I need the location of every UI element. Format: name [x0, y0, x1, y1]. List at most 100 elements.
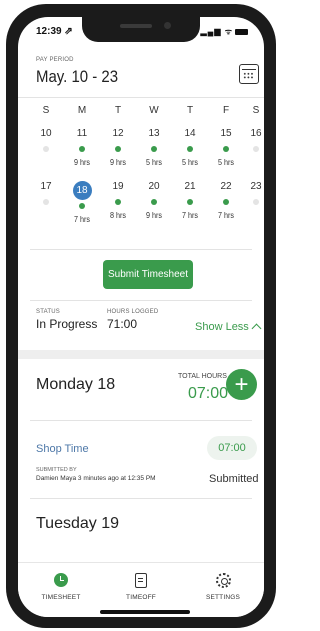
logged-dot	[115, 146, 121, 152]
submit-divider	[30, 300, 252, 301]
weekday-label: W	[149, 105, 159, 116]
signal-wifi-icon: ▂▄▆ ᯤ	[201, 26, 248, 37]
day-hours: 8 hrs	[109, 211, 127, 220]
chevron-up-icon	[251, 323, 262, 334]
bottom-nav: TIMESHEET TIMEOFF SETTINGS	[18, 562, 264, 617]
empty-dot	[43, 199, 49, 205]
weekday-label: F	[222, 105, 230, 116]
submitted-by-label: SUBMITTED BY	[36, 467, 77, 473]
calendar-day[interactable]: 11 9 hrs	[66, 128, 98, 167]
calendar-day[interactable]: 18 7 hrs	[66, 181, 98, 224]
phone-frame: 12:39 ⇗ ▂▄▆ ᯤ PAY PERIOD May. 10 - 23 S …	[6, 4, 276, 628]
battery-icon	[235, 28, 248, 35]
entry-title[interactable]: Shop Time	[36, 443, 89, 455]
submitted-by-value: Damien Maya 3 minutes ago at 12:35 PM	[36, 475, 156, 482]
day-hours: 9 hrs	[145, 211, 163, 220]
calendar-day[interactable]: 23	[240, 181, 264, 211]
calendar-day[interactable]: 10	[30, 128, 62, 158]
day-number: 13	[148, 128, 160, 139]
show-less-label: Show Less	[195, 321, 249, 333]
status-time: 12:39 ⇗	[36, 26, 73, 37]
day-hours: 9 hrs	[73, 158, 91, 167]
next-day-title[interactable]: Tuesday 19	[36, 515, 119, 533]
nav-label: TIMEOFF	[126, 594, 156, 601]
header-divider	[18, 97, 264, 98]
calendar-day[interactable]: 19 8 hrs	[102, 181, 134, 220]
entry-hours-badge: 07:00	[207, 436, 257, 460]
logged-dot	[151, 146, 157, 152]
entry-status: Submitted	[209, 473, 259, 485]
calendar-day[interactable]: 21 7 hrs	[174, 181, 206, 220]
nav-timesheet[interactable]: TIMESHEET	[26, 573, 96, 601]
nav-label: TIMESHEET	[41, 594, 81, 601]
day-hours: 5 hrs	[181, 158, 199, 167]
nav-settings[interactable]: SETTINGS	[188, 573, 258, 601]
logged-dot	[115, 199, 121, 205]
day-number: 22	[220, 181, 232, 192]
weekday-label: T	[114, 105, 122, 116]
logged-dot	[79, 203, 85, 209]
day-divider	[30, 420, 252, 421]
nav-label: SETTINGS	[205, 594, 241, 601]
gear-icon	[215, 573, 231, 588]
calendar-day[interactable]: 15 5 hrs	[210, 128, 242, 167]
calendar-day[interactable]: 13 5 hrs	[138, 128, 170, 167]
weekday-label: S	[42, 105, 50, 116]
total-hours-label: TOTAL HOURS	[178, 373, 227, 380]
section-separator	[18, 350, 264, 359]
home-indicator	[100, 610, 190, 614]
weekday-label: S	[252, 105, 260, 116]
status-value: In Progress	[36, 317, 98, 331]
empty-dot	[253, 146, 259, 152]
empty-dot	[253, 199, 259, 205]
day-number: 12	[112, 128, 124, 139]
hours-summary: HOURS LOGGED 71:00	[107, 309, 158, 331]
day-number: 20	[148, 181, 160, 192]
hours-logged-value: 71:00	[107, 317, 138, 331]
calendar-day[interactable]: 22 7 hrs	[210, 181, 242, 220]
calendar-divider	[30, 249, 252, 250]
day-number: 16	[250, 128, 262, 139]
calendar-day[interactable]: 16	[240, 128, 264, 158]
speaker	[120, 24, 152, 28]
calendar-day[interactable]: 17	[30, 181, 62, 211]
day-number: 10	[40, 128, 52, 139]
day-title: Monday 18	[36, 376, 116, 393]
selected-day-circle: 18	[72, 181, 92, 200]
add-entry-button[interactable]: +	[226, 369, 257, 400]
logged-dot	[223, 199, 229, 205]
calendar-day[interactable]: 14 5 hrs	[174, 128, 206, 167]
submit-timesheet-button[interactable]: Submit Timesheet	[103, 260, 193, 289]
day-hours: 7 hrs	[73, 215, 91, 224]
day-hours: 9 hrs	[109, 158, 127, 167]
entry-divider	[30, 498, 252, 499]
day-number: 23	[250, 181, 262, 192]
logged-dot	[187, 199, 193, 205]
calendar-day[interactable]: 20 9 hrs	[138, 181, 170, 220]
weekday-label: M	[77, 105, 87, 116]
day-hours: 7 hrs	[181, 211, 199, 220]
day-number: 19	[112, 181, 124, 192]
day-number: 21	[184, 181, 196, 192]
calendar-day[interactable]: 12 9 hrs	[102, 128, 134, 167]
status-summary: STATUS In Progress	[36, 309, 97, 331]
weekday-row: S M T W T F S	[30, 105, 260, 121]
day-hours: 5 hrs	[217, 158, 235, 167]
pay-period-range[interactable]: May. 10 - 23	[36, 67, 118, 87]
calendar-icon[interactable]	[239, 64, 259, 84]
show-less-toggle[interactable]: Show Less	[195, 321, 262, 334]
app-screen: 12:39 ⇗ ▂▄▆ ᯤ PAY PERIOD May. 10 - 23 S …	[18, 17, 264, 617]
nav-timeoff[interactable]: TIMEOFF	[106, 573, 176, 601]
day-number: 15	[220, 128, 232, 139]
day-hours: 7 hrs	[217, 211, 235, 220]
camera	[164, 22, 171, 29]
logged-dot	[151, 199, 157, 205]
empty-dot	[43, 146, 49, 152]
total-hours-value: 07:00	[188, 385, 229, 402]
logged-dot	[79, 146, 85, 152]
clock-icon	[54, 573, 68, 587]
document-icon	[135, 573, 147, 588]
day-hours: 5 hrs	[145, 158, 163, 167]
day-number: 11	[76, 128, 88, 139]
day-number: 17	[40, 181, 52, 192]
